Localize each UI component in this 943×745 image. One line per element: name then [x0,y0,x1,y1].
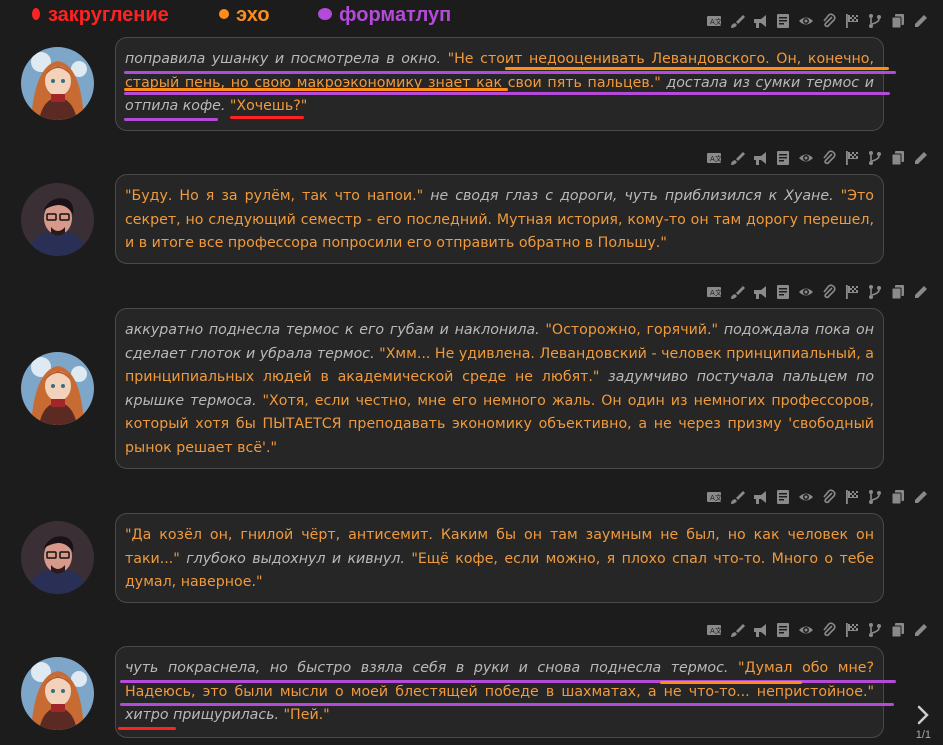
brush-icon[interactable] [728,13,745,30]
translate-icon[interactable]: A文 [705,150,722,167]
eye-icon[interactable] [797,150,814,167]
note-icon[interactable] [774,622,791,639]
eye-icon[interactable] [797,622,814,639]
legend-item-echo: эхо [218,4,270,27]
copy-icon[interactable] [889,284,906,301]
legend-label: эхо [236,4,270,26]
formatloop-underline [124,71,896,74]
pencil-icon[interactable] [912,150,929,167]
pencil-icon[interactable] [912,284,929,301]
branch-icon[interactable] [866,13,883,30]
paperclip-icon[interactable] [820,13,837,30]
eye-icon[interactable] [797,284,814,301]
message-toolbar: A文 [705,149,929,167]
megaphone-icon[interactable] [751,284,768,301]
eye-icon[interactable] [797,13,814,30]
megaphone-icon[interactable] [751,622,768,639]
avatar-girl[interactable] [21,352,94,425]
message-toolbar: A文 [705,621,929,639]
rounding-underline [118,727,176,730]
note-icon[interactable] [774,489,791,506]
pencil-icon[interactable] [912,622,929,639]
flag-icon[interactable] [843,150,860,167]
paperclip-icon[interactable] [820,489,837,506]
note-icon[interactable] [774,13,791,30]
svg-text:文: 文 [715,288,722,297]
copy-icon[interactable] [889,622,906,639]
flag-icon[interactable] [843,622,860,639]
svg-text:文: 文 [715,17,722,26]
paperclip-icon[interactable] [820,284,837,301]
pencil-icon[interactable] [912,13,929,30]
message-bubble: аккуратно поднесла термос к его губам и … [115,308,884,469]
brush-icon[interactable] [728,284,745,301]
swipe-counter: 1/1 [915,729,931,741]
branch-icon[interactable] [866,284,883,301]
flag-icon[interactable] [843,13,860,30]
narration-text: хитро прищурилась. [125,707,284,723]
translate-icon[interactable]: A文 [705,622,722,639]
message-toolbar: A文 [705,12,929,30]
avatar-guy[interactable] [21,521,94,594]
branch-icon[interactable] [866,150,883,167]
brush-icon[interactable] [728,489,745,506]
narration-text: поправила ушанку и посмотрела в окно. [125,51,448,67]
dialogue-text: "Хочешь?" [229,98,308,114]
echo-underline [660,681,802,684]
copy-icon[interactable] [889,13,906,30]
flag-icon[interactable] [843,489,860,506]
message-bubble: "Буду. Но я за рулём, так что напои." не… [115,174,884,264]
legend-label: закругление [48,4,169,26]
message-toolbar: A文 [705,488,929,506]
orange-dot-icon [218,4,230,27]
note-icon[interactable] [774,284,791,301]
narration-text: чуть покраснела, но быстро взяла себя в … [125,660,739,676]
eye-icon[interactable] [797,489,814,506]
purple-dot-icon [317,4,333,27]
narration-text: не сводя глаз с дороги, чуть приблизился… [423,188,841,204]
formatloop-underline [124,118,218,121]
dialogue-text: "Буду. Но я за рулём, так что напои." [125,188,424,204]
note-icon[interactable] [774,150,791,167]
red-dot-icon [30,4,42,27]
megaphone-icon[interactable] [751,150,768,167]
narration-text: глубоко выдохнул и кивнул. [179,550,412,567]
flag-icon[interactable] [843,284,860,301]
dialogue-text: "Осторожно, горячий." [545,322,719,338]
copy-icon[interactable] [889,150,906,167]
branch-icon[interactable] [866,622,883,639]
paperclip-icon[interactable] [820,150,837,167]
copy-icon[interactable] [889,489,906,506]
message-bubble: "Да козёл он, гнилой чёрт, антисемит. Ка… [115,513,884,603]
brush-icon[interactable] [728,622,745,639]
next-swipe-icon[interactable] [913,704,933,726]
avatar-girl[interactable] [21,657,94,730]
avatar-guy[interactable] [21,183,94,256]
legend-item-rounding: закругление [30,4,169,27]
svg-text:文: 文 [715,626,722,635]
formatloop-underline [124,92,890,95]
echo-underline [505,67,889,70]
brush-icon[interactable] [728,150,745,167]
translate-icon[interactable]: A文 [705,284,722,301]
message-bubble: чуть покраснела, но быстро взяла себя в … [115,646,884,738]
avatar-girl[interactable] [21,47,94,120]
pencil-icon[interactable] [912,489,929,506]
branch-icon[interactable] [866,489,883,506]
rounding-underline [230,116,304,119]
echo-underline [124,88,508,91]
legend-item-formatloop: форматлуп [317,4,451,27]
formatloop-underline [120,703,894,706]
translate-icon[interactable]: A文 [705,13,722,30]
megaphone-icon[interactable] [751,489,768,506]
megaphone-icon[interactable] [751,13,768,30]
narration-text: аккуратно поднесла термос к его губам и … [125,322,546,338]
translate-icon[interactable]: A文 [705,489,722,506]
svg-text:文: 文 [715,493,722,502]
svg-text:文: 文 [715,154,722,163]
legend-label: форматлуп [339,4,452,26]
dialogue-text: "Пей." [283,707,330,723]
message-toolbar: A文 [705,283,929,301]
paperclip-icon[interactable] [820,622,837,639]
